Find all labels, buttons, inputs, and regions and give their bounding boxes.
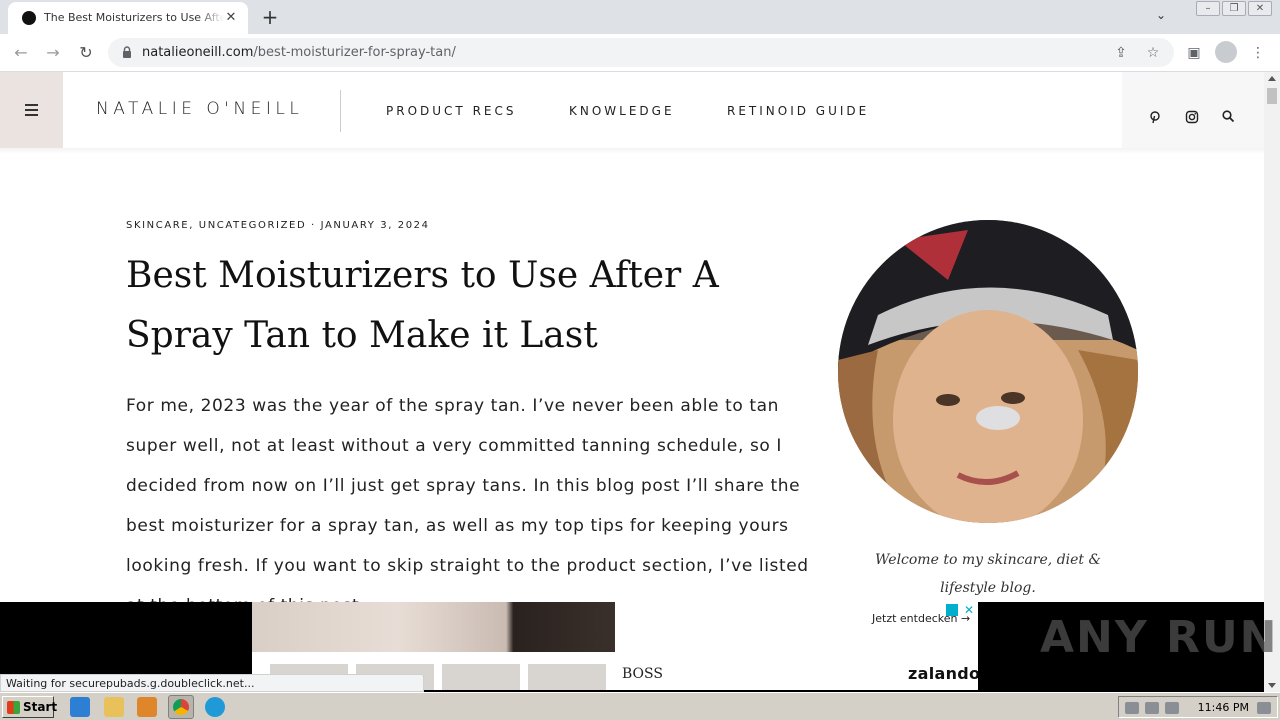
pinterest-icon[interactable] — [1148, 110, 1162, 124]
menu-kebab-icon[interactable]: ⋮ — [1248, 43, 1268, 63]
browser-tab-bar: The Best Moisturizers to Use After A Spr… — [0, 0, 1280, 34]
url-text: natalieoneill.com/best-moisturizer-for-s… — [142, 45, 456, 60]
nav-knowledge[interactable]: KNOWLEDGE — [569, 104, 675, 118]
start-button[interactable]: Start — [2, 696, 57, 718]
sidebar-welcome-text: Welcome to my skincare, diet & lifestyle… — [875, 552, 1101, 596]
instagram-icon[interactable] — [1185, 110, 1199, 124]
nav-retinoid-guide[interactable]: RETINOID GUIDE — [727, 104, 869, 118]
watermark-logo: ANY RUN — [1040, 612, 1279, 663]
ad-brand-name: BOSS — [622, 666, 663, 682]
browser-toolbar: ← → ↻ natalieoneill.com/best-moisturizer… — [0, 34, 1280, 72]
edge-icon[interactable] — [205, 697, 225, 717]
site-header: NATALIE O'NEILL PRODUCT RECS KNOWLEDGE R… — [0, 72, 1264, 148]
social-icons — [1122, 72, 1264, 148]
profile-image — [838, 220, 1138, 523]
ad-thumbnail[interactable] — [528, 664, 606, 690]
browser-tab[interactable]: The Best Moisturizers to Use After A Spr… — [8, 2, 248, 34]
share-icon[interactable]: ⇪ — [1112, 44, 1130, 62]
post-meta[interactable]: SKINCARE, UNCATEGORIZED · JANUARY 3, 202… — [126, 220, 430, 231]
site-logo[interactable]: NATALIE O'NEILL — [96, 99, 303, 119]
back-arrow-icon[interactable]: ← — [10, 42, 32, 64]
profile-avatar-icon[interactable] — [1215, 41, 1237, 63]
lock-icon — [123, 46, 131, 58]
windows-logo-icon — [7, 701, 20, 714]
author-profile-photo — [838, 220, 1138, 523]
scroll-up-arrow-icon[interactable] — [1268, 76, 1276, 81]
tab-search-chevron-icon[interactable]: ⌄ — [1151, 8, 1171, 28]
header-shadow — [0, 148, 1264, 154]
side-panel-icon[interactable]: ▣ — [1184, 43, 1204, 63]
address-bar[interactable]: natalieoneill.com/best-moisturizer-for-s… — [108, 38, 1174, 67]
search-icon[interactable] — [1221, 109, 1235, 123]
hamburger-menu-icon[interactable] — [0, 72, 63, 148]
scroll-down-arrow-icon[interactable] — [1268, 683, 1276, 688]
page-scrollbar[interactable] — [1264, 72, 1280, 692]
internet-explorer-icon[interactable] — [70, 697, 90, 717]
os-taskbar: Start 11:46 PM — [0, 692, 1280, 720]
volume-icon[interactable] — [1125, 702, 1139, 714]
system-tray: 11:46 PM — [1118, 696, 1278, 718]
minimize-button[interactable]: – — [1196, 1, 1220, 16]
tab-close-icon[interactable]: ✕ — [222, 9, 240, 27]
ad-thumbnail[interactable] — [442, 664, 520, 690]
scroll-thumb[interactable] — [1267, 88, 1277, 104]
file-explorer-icon[interactable] — [104, 697, 124, 717]
show-desktop-icon[interactable] — [1257, 702, 1271, 714]
header-divider — [340, 90, 341, 132]
tab-title: The Best Moisturizers to Use After A Spr… — [44, 11, 224, 24]
browser-status-bar: Waiting for securepubads.g.doubleclick.n… — [0, 674, 424, 692]
ad-close-icon[interactable]: ✕ — [962, 603, 976, 617]
nav-product-recs[interactable]: PRODUCT RECS — [386, 104, 516, 118]
adchoices-icon[interactable] — [946, 604, 958, 616]
window-controls: – ❐ ✕ — [1196, 1, 1272, 17]
ad-fashion-photo[interactable] — [252, 602, 615, 652]
restore-button[interactable]: ❐ — [1222, 1, 1246, 16]
web-page: NATALIE O'NEILL PRODUCT RECS KNOWLEDGE R… — [0, 72, 1264, 692]
taskbar-clock[interactable]: 11:46 PM — [1198, 701, 1249, 714]
action-center-flag-icon[interactable] — [1165, 702, 1179, 714]
forward-arrow-icon[interactable]: → — [42, 42, 64, 64]
close-window-button[interactable]: ✕ — [1248, 1, 1272, 16]
post-body: For me, 2023 was the year of the spray t… — [126, 396, 809, 616]
bookmark-star-icon[interactable]: ☆ — [1144, 44, 1162, 62]
post-title: Best Moisturizers to Use After A Spray T… — [126, 255, 719, 356]
chrome-taskbar-button[interactable] — [168, 695, 194, 719]
media-player-icon[interactable] — [137, 697, 157, 717]
chrome-icon — [173, 699, 189, 715]
ad-logo[interactable]: zalando — [908, 664, 978, 683]
reload-icon[interactable]: ↻ — [75, 42, 97, 64]
new-tab-button[interactable]: + — [258, 5, 282, 29]
network-icon[interactable] — [1145, 702, 1159, 714]
site-favicon-icon — [22, 11, 36, 25]
